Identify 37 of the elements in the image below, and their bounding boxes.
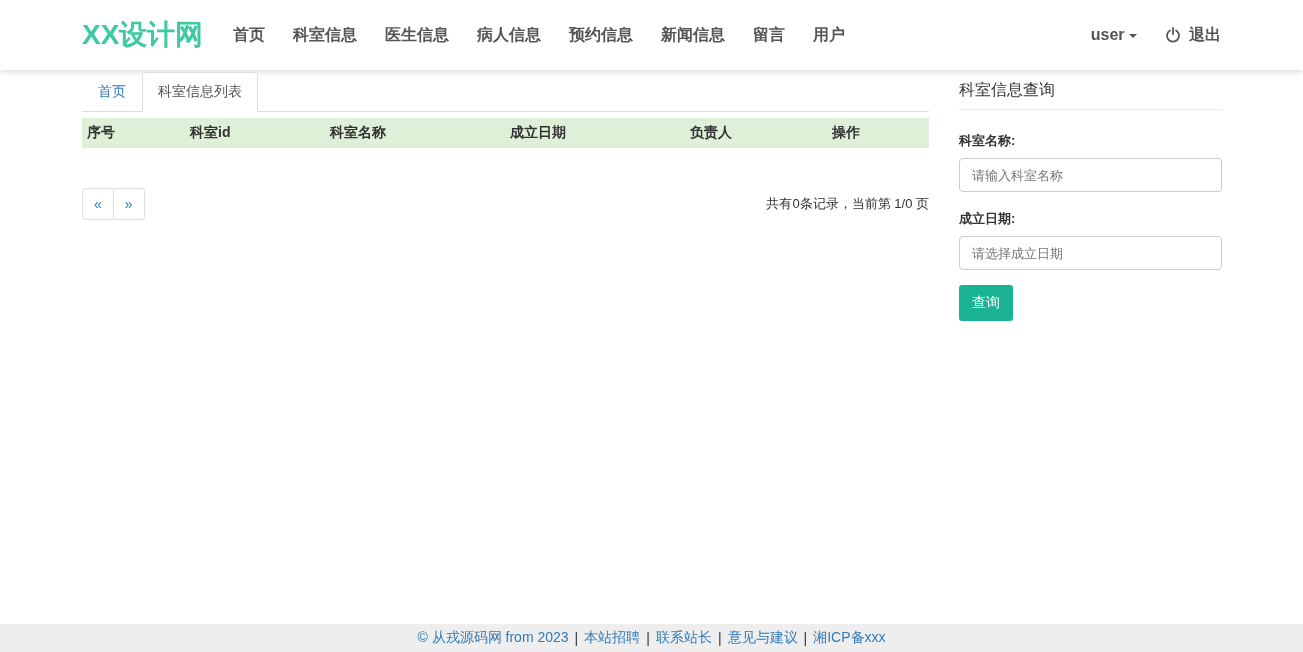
nav-link[interactable]: 新闻信息 — [647, 24, 740, 46]
nav-link[interactable]: 病人信息 — [463, 24, 556, 46]
nav-link[interactable]: 首页 — [219, 24, 280, 46]
footer-link[interactable]: 意见与建议 — [727, 629, 798, 647]
field-label: 成立日期: — [959, 210, 1017, 228]
input-field[interactable]: 请输入科室名称 — [959, 158, 1222, 192]
column-header: 负责人 — [689, 124, 733, 142]
tab[interactable]: 科室信息列表 — [142, 72, 258, 112]
footer-link[interactable]: 湘ICP备xxx — [813, 629, 886, 647]
power-icon — [1165, 27, 1181, 43]
previous-page-button[interactable]: « — [82, 188, 114, 220]
separator: | — [574, 630, 579, 646]
column-header: 操作 — [831, 124, 861, 142]
logout-link[interactable]: 退出 — [1165, 24, 1221, 46]
separator: | — [646, 630, 650, 646]
next-page-button[interactable]: » — [113, 188, 145, 220]
separator: | — [717, 630, 722, 646]
nav-link[interactable]: 科室信息 — [279, 24, 372, 46]
panel-title: 科室信息查询 — [959, 70, 1222, 110]
field-label: 科室名称: — [959, 132, 1017, 150]
record-summary: 共有0条记录，当前第 1/0 页 — [766, 195, 929, 213]
column-header: 序号 — [86, 124, 116, 142]
input-field[interactable]: 请选择成立日期 — [959, 236, 1222, 270]
nav-link[interactable]: 留言 — [739, 24, 800, 46]
footer-link[interactable]: © 从戎源码网 from 2023 — [417, 629, 569, 647]
nav-link[interactable]: 医生信息 — [371, 24, 464, 46]
column-header: 科室名称 — [328, 124, 387, 142]
footer-link[interactable]: 本站招聘 — [584, 629, 641, 647]
separator: | — [803, 630, 808, 646]
footer-link[interactable]: 联系站长 — [655, 629, 712, 647]
nav-link[interactable]: 预约信息 — [555, 24, 648, 46]
user-menu[interactable]: user — [1090, 26, 1137, 44]
column-header: 成立日期 — [509, 124, 567, 142]
nav-link[interactable]: 用户 — [799, 24, 860, 46]
logout-label: 退出 — [1189, 24, 1221, 45]
column-header: 科室id — [188, 124, 232, 142]
tab[interactable]: 首页 — [82, 72, 142, 112]
